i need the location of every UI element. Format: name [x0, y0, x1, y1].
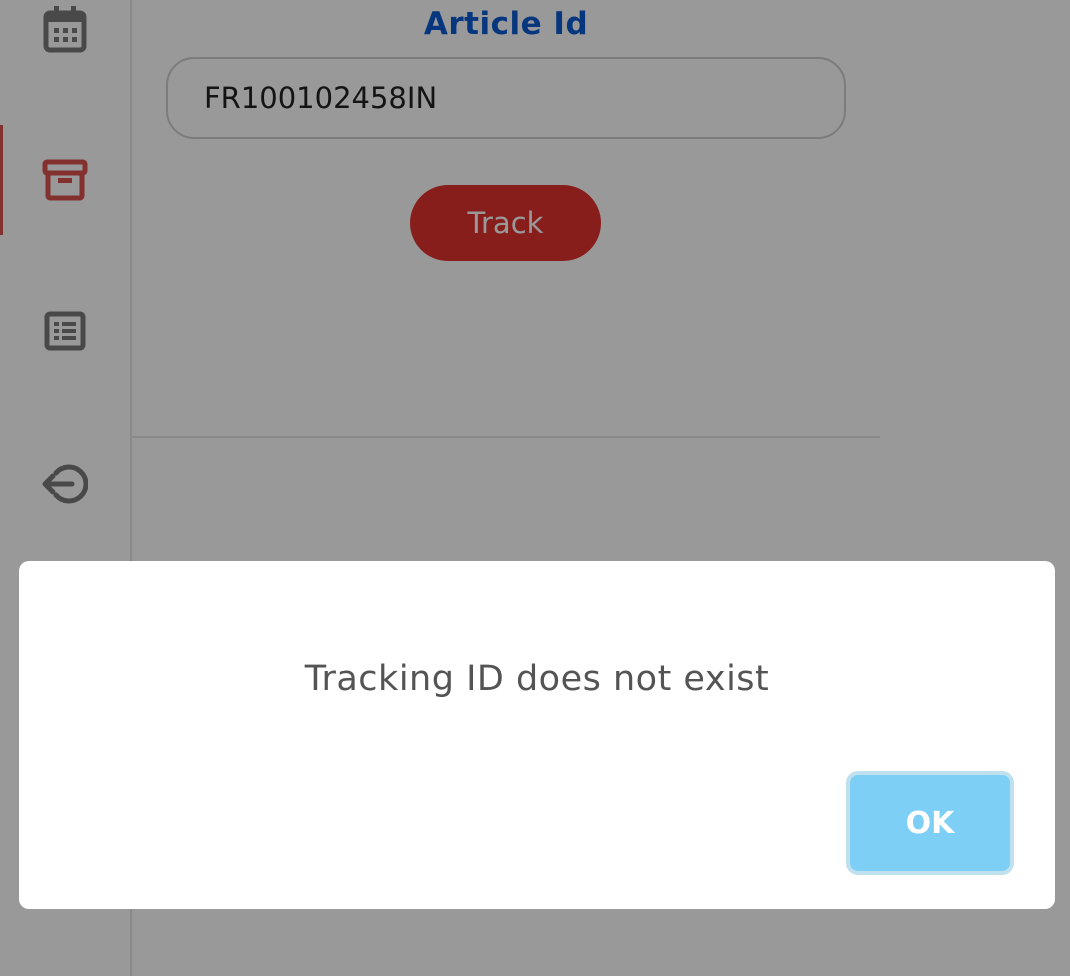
app-screen: Article Id Track Tracking ID does not ex… [0, 0, 1070, 976]
alert-dialog: Tracking ID does not exist OK [19, 561, 1055, 909]
dialog-message: Tracking ID does not exist [304, 659, 770, 699]
ok-button[interactable]: OK [846, 771, 1014, 875]
